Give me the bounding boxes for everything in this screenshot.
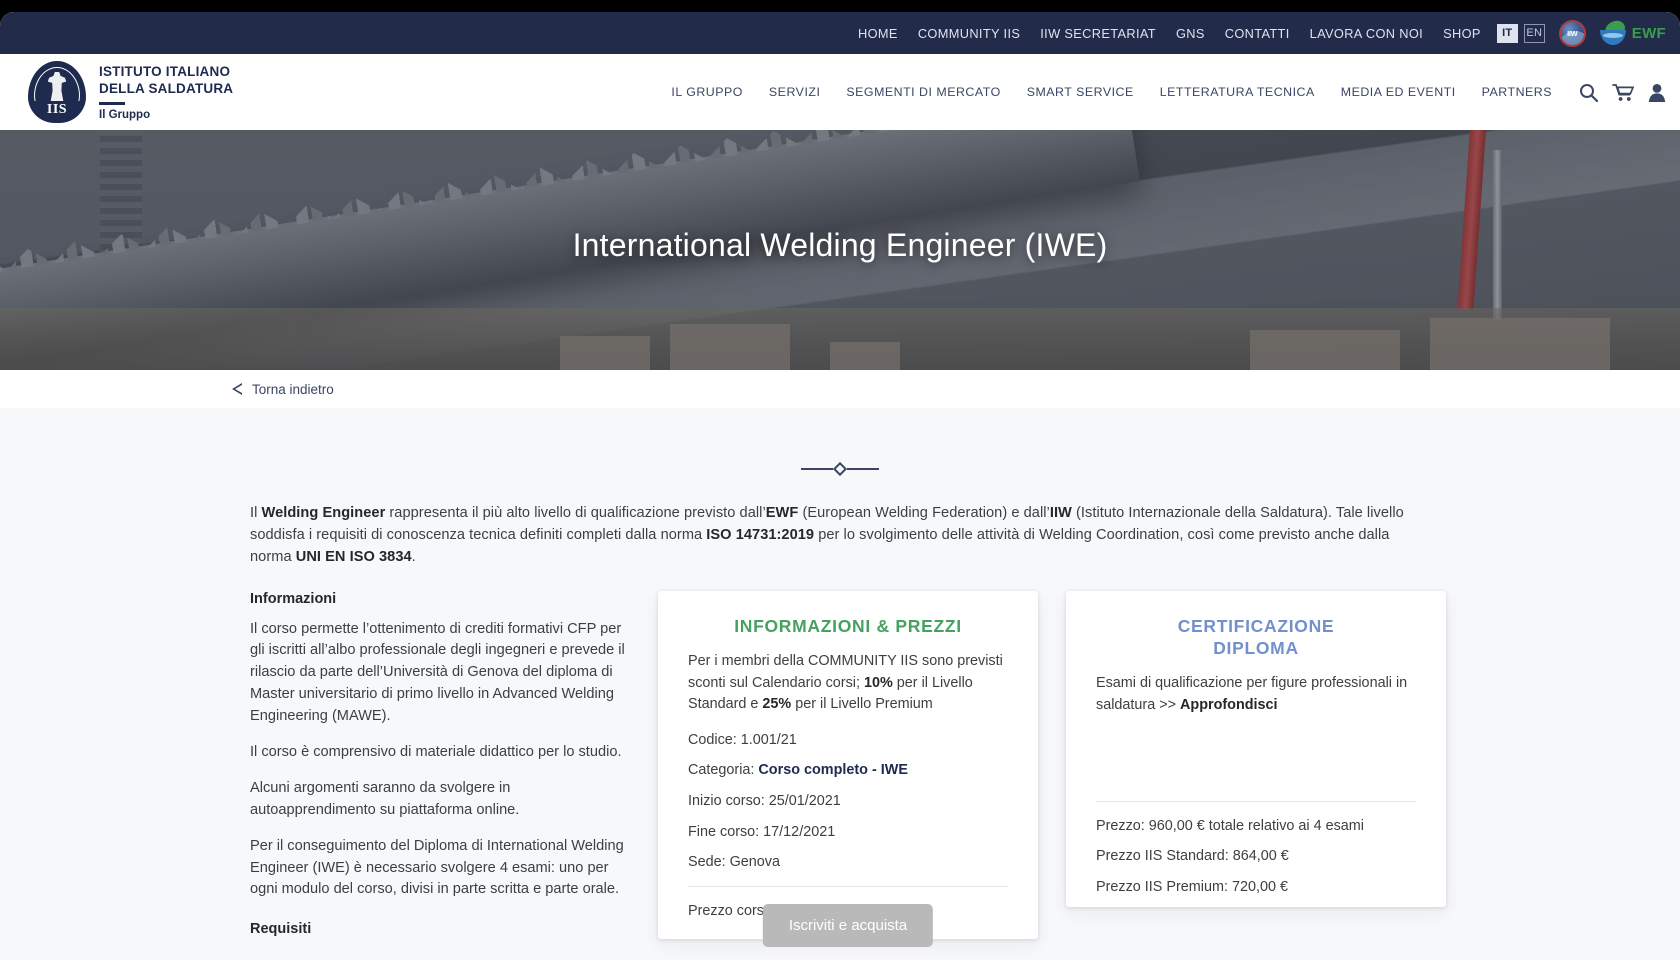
nav-item-il-gruppo[interactable]: IL GRUPPO [658, 85, 756, 99]
page-content: Il Welding Engineer rappresenta il più a… [0, 408, 1680, 960]
main-navigation: IL GRUPPO SERVIZI SEGMENTI DI MERCATO SM… [658, 83, 1666, 102]
nav-item-smart-service[interactable]: SMART SERVICE [1014, 85, 1147, 99]
card-cert-title-line-1: CERTIFICAZIONE [1177, 615, 1335, 636]
brand-divider [99, 102, 125, 105]
ewf-globe-icon [1599, 19, 1628, 45]
brand-line-3: Il Gruppo [99, 109, 151, 121]
user-icon[interactable] [1648, 83, 1666, 102]
card-cert-row-prezzo: Prezzo: 960,00 € totale relativo ai 4 es… [1096, 817, 1364, 834]
card-cert-title-line-2: DIPLOMA [1213, 637, 1299, 658]
nav-item-media-ed-eventi[interactable]: MEDIA ED EVENTI [1328, 85, 1469, 99]
card-cert-row-prezzo-standard: Prezzo IIS Standard: 864,00 € [1096, 848, 1289, 865]
chevron-left-icon [232, 383, 242, 395]
requisiti-heading: Requisiti [250, 921, 312, 938]
iis-crest-text: IIS [46, 102, 68, 117]
card-cert-lead: Esami di qualificazione per figure profe… [1096, 675, 1408, 713]
card-cert-divider [1096, 800, 1416, 802]
brand-text: ISTITUTO ITALIANO DELLA SALDATURA Il Gru… [99, 63, 233, 121]
card-prezzi-row-categoria: Categoria: Corso completo - IWE [688, 762, 908, 779]
intro-paragraph: Il Welding Engineer rappresenta il più a… [250, 505, 1404, 566]
hero-banner: International Welding Engineer (IWE) [0, 130, 1680, 370]
iiw-globe-icon [1558, 19, 1586, 47]
card-prezzi-row-fine: Fine corso: 17/12/2021 [688, 823, 836, 840]
card-prezzi-row-sede: Sede: Genova [688, 854, 781, 871]
ewf-logo-text: EWF [1631, 24, 1666, 42]
top-utility-links: HOME COMMUNITY IIS IIW SECRETARIAT GNS C… [848, 23, 1545, 43]
language-switch-it[interactable]: IT [1496, 23, 1518, 43]
back-link[interactable]: Torna indietro [232, 382, 334, 397]
card-prezzi-title: INFORMAZIONI & PREZZI [734, 615, 962, 636]
topbar-link-contatti[interactable]: CONTATTI [1215, 26, 1300, 41]
iscriviti-e-acquista-button[interactable]: Iscriviti e acquista [762, 903, 934, 947]
informazioni-paragraph-3: Alcuni argomenti saranno da svolgere in … [250, 779, 520, 818]
topbar-link-gns[interactable]: GNS [1166, 26, 1215, 41]
nav-item-letteratura-tecnica[interactable]: LETTERATURA TECNICA [1147, 85, 1328, 99]
left-text-column: Informazioni Il corso permette l’ottenim… [250, 591, 630, 938]
card-cert-title: CERTIFICAZIONE DIPLOMA [1096, 615, 1416, 660]
card-prezzi-lead: Per i membri della COMMUNITY IIS sono pr… [688, 652, 1003, 713]
browser-page: HOME COMMUNITY IIS IIW SECRETARIAT GNS C… [0, 12, 1680, 960]
card-informazioni-prezzi: INFORMAZIONI & PREZZI Per i membri della… [658, 590, 1038, 947]
topbar-link-shop[interactable]: SHOP [1433, 26, 1491, 41]
screenshot-root: HOME COMMUNITY IIS IIW SECRETARIAT GNS C… [0, 0, 1680, 960]
ewf-logo: EWF [1599, 19, 1666, 45]
card-certificazione-diploma: CERTIFICAZIONE DIPLOMA Esami di qualific… [1066, 590, 1446, 908]
nav-item-servizi[interactable]: SERVIZI [756, 85, 833, 99]
site-header: IIS ISTITUTO ITALIANO DELLA SALDATURA Il… [0, 54, 1680, 130]
card-cert-row-prezzo-premium: Prezzo IIS Premium: 720,00 € [1096, 878, 1288, 895]
card-prezzi-row-codice: Codice: 1.001/21 [688, 731, 797, 748]
topbar-link-lavora-con-noi[interactable]: LAVORA CON NOI [1300, 26, 1433, 41]
topbar-link-iiw-secretariat[interactable]: IIW SECRETARIAT [1030, 26, 1166, 41]
informazioni-paragraph-4: Per il conseguimento del Diploma di Inte… [250, 837, 624, 898]
informazioni-paragraph-1: Il corso permette l’ottenimento di credi… [250, 620, 625, 725]
informazioni-heading: Informazioni [250, 590, 337, 607]
language-switch-en[interactable]: EN [1523, 23, 1545, 43]
card-prezzi-divider [688, 885, 1008, 887]
back-link-strip: Torna indietro [0, 370, 1680, 408]
iis-crest-icon: IIS [28, 61, 86, 123]
cart-icon[interactable] [1612, 83, 1634, 102]
content-columns: Informazioni Il corso permette l’ottenim… [250, 590, 1446, 947]
top-utility-bar: HOME COMMUNITY IIS IIW SECRETARIAT GNS C… [0, 12, 1680, 54]
iiw-logo-link[interactable] [1558, 19, 1586, 47]
card-cert-spacer [1096, 731, 1416, 789]
topbar-link-community-iis[interactable]: COMMUNITY IIS [908, 26, 1030, 41]
header-icon-group [1579, 83, 1666, 102]
ewf-logo-link[interactable]: EWF [1599, 19, 1666, 45]
card-prezzi-row-inizio: Inizio corso: 25/01/2021 [688, 792, 841, 809]
brand-line-2: DELLA SALDATURA [99, 81, 234, 96]
back-link-label: Torna indietro [252, 381, 334, 397]
page-title: International Welding Engineer (IWE) [572, 227, 1108, 263]
section-ornament-divider [0, 408, 1680, 477]
search-icon[interactable] [1579, 83, 1598, 102]
nav-item-segmenti-di-mercato[interactable]: SEGMENTI DI MERCATO [833, 85, 1013, 99]
site-logo-link[interactable]: IIS ISTITUTO ITALIANO DELLA SALDATURA Il… [28, 61, 233, 123]
informazioni-paragraph-2: Il corso è comprensivo di materiale dida… [250, 743, 622, 760]
nav-item-partners[interactable]: PARTNERS [1469, 85, 1565, 99]
topbar-link-home[interactable]: HOME [848, 26, 908, 41]
brand-line-1: ISTITUTO ITALIANO [99, 64, 231, 79]
